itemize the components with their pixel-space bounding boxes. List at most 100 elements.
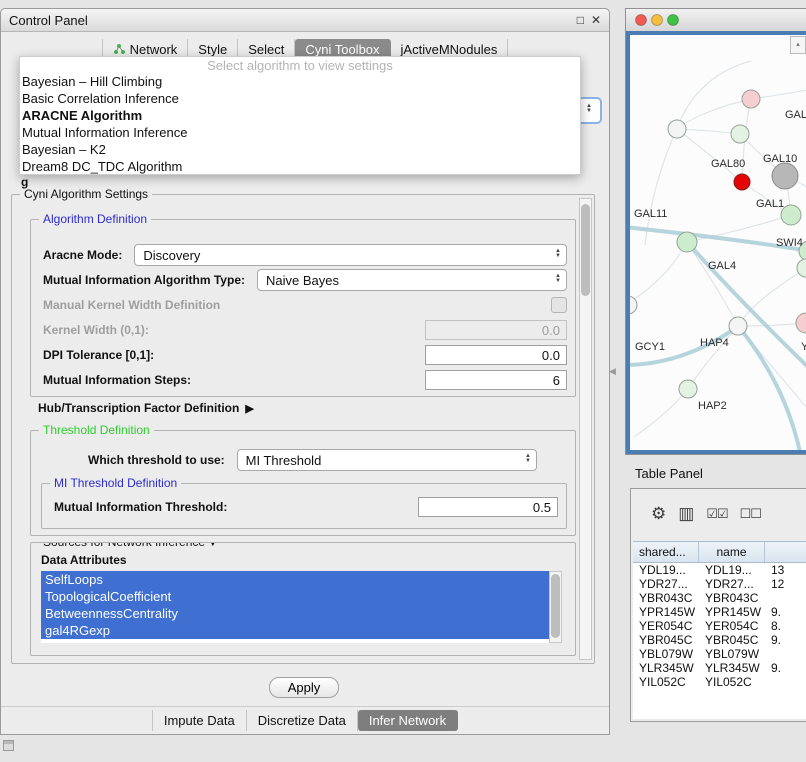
dock-grip-icon[interactable] bbox=[3, 740, 14, 751]
control-panel-window: Control Panel □ ✕ Network Style Select bbox=[0, 8, 610, 735]
table-row[interactable]: YDL19... YDL19... 13 bbox=[633, 563, 806, 577]
network-node[interactable] bbox=[630, 296, 637, 314]
network-node[interactable] bbox=[772, 163, 798, 189]
algorithm-definition-title: Algorithm Definition bbox=[39, 212, 151, 226]
table-panel-title: Table Panel bbox=[635, 466, 703, 481]
sources-group-title[interactable]: Sources for Network Inference ▼ bbox=[39, 542, 221, 549]
table-row[interactable]: YLR345W YLR345W 9. bbox=[633, 661, 806, 675]
mi-threshold-field[interactable]: 0.5 bbox=[418, 497, 558, 517]
dropdown-item[interactable]: Dream8 DC_TDC Algorithm bbox=[20, 158, 580, 175]
network-canvas[interactable]: ▲ bbox=[626, 31, 806, 454]
aracne-mode-value: Discovery bbox=[143, 248, 200, 263]
dropdown-item[interactable]: Mutual Information Inference bbox=[20, 124, 580, 141]
attributes-scrollbar-thumb[interactable] bbox=[551, 574, 560, 638]
attributes-scrollbar[interactable] bbox=[549, 571, 562, 643]
data-attributes-label: Data Attributes bbox=[41, 553, 127, 567]
minimize-traffic-light[interactable] bbox=[652, 15, 663, 26]
dropdown-item[interactable]: Basic Correlation Inference bbox=[20, 90, 580, 107]
network-node[interactable] bbox=[729, 317, 747, 335]
table-row[interactable]: YDR27... YDR27... 12 bbox=[633, 577, 806, 591]
column-header-shared[interactable]: shared... bbox=[633, 542, 699, 562]
column-header-cut[interactable] bbox=[765, 542, 806, 562]
node-label: GAL1 bbox=[756, 198, 784, 210]
combo-arrows-icon: ▲▼ bbox=[555, 249, 561, 259]
which-threshold-combobox[interactable]: MI Threshold ▲▼ bbox=[237, 449, 537, 471]
hub-definition-toggle[interactable]: Hub/Transcription Factor Definition ▶ bbox=[38, 401, 254, 415]
table-row[interactable]: YPR145W YPR145W 9. bbox=[633, 605, 806, 619]
mi-type-label: Mutual Information Algorithm Type: bbox=[43, 273, 245, 287]
settings-scrollbar[interactable] bbox=[579, 198, 592, 660]
mi-threshold-label: Mutual Information Threshold: bbox=[54, 500, 227, 514]
table-row[interactable]: YIL052C YIL052C bbox=[633, 675, 806, 689]
table-row[interactable]: YBL079W YBL079W bbox=[633, 647, 806, 661]
hub-definition-label: Hub/Transcription Factor Definition bbox=[38, 401, 239, 415]
which-threshold-value: MI Threshold bbox=[246, 453, 322, 468]
threshold-definition-group: Threshold Definition Which threshold to … bbox=[30, 430, 576, 536]
dropdown-item[interactable]: Bayesian – K2 bbox=[20, 141, 580, 158]
node-label: HAP2 bbox=[698, 400, 727, 412]
table-row[interactable]: YER054C YER054C 8. bbox=[633, 619, 806, 633]
table-row[interactable]: YBR043C YBR043C bbox=[633, 591, 806, 605]
settings-scrollbar-thumb[interactable] bbox=[581, 204, 590, 296]
attribute-item[interactable]: TopologicalCoefficient bbox=[41, 588, 549, 605]
mi-type-value: Naive Bayes bbox=[266, 273, 339, 288]
network-graph: GAL GAL80 GAL10 GAL11 GAL1 SWI4 GAL4 GCY… bbox=[630, 35, 806, 452]
float-window-icon[interactable]: □ bbox=[577, 13, 584, 27]
table-row[interactable]: YBR045C YBR045C 9. bbox=[633, 633, 806, 647]
settings-group-title: Cyni Algorithm Settings bbox=[20, 187, 152, 201]
column-header-name[interactable]: name bbox=[699, 542, 765, 562]
checked-boxes-icon[interactable]: ☑☑ bbox=[706, 505, 727, 522]
bottom-tab-bar: Impute Data Discretize Data Infer Networ… bbox=[1, 706, 609, 734]
collapse-right-icon: ▶ bbox=[245, 402, 253, 415]
unchecked-boxes-icon[interactable]: ☐☐ bbox=[740, 505, 761, 522]
splitter-collapse-icon[interactable]: ◀ bbox=[609, 366, 616, 377]
mi-threshold-group-title: MI Threshold Definition bbox=[50, 476, 181, 490]
network-node[interactable] bbox=[797, 259, 806, 277]
dpi-tolerance-field[interactable]: 0.0 bbox=[425, 345, 567, 365]
collapse-down-icon: ▼ bbox=[208, 542, 217, 548]
attribute-item[interactable]: gal4RGexp bbox=[41, 622, 549, 639]
tab-infer-network[interactable]: Infer Network bbox=[358, 710, 458, 731]
dropdown-item-selected[interactable]: ARACNE Algorithm bbox=[20, 107, 580, 124]
tab-select-label: Select bbox=[248, 42, 284, 57]
which-threshold-label: Which threshold to use: bbox=[88, 453, 225, 467]
node-label: GCY1 bbox=[635, 341, 665, 353]
network-node[interactable] bbox=[668, 120, 686, 138]
screen: Control Panel □ ✕ Network Style Select bbox=[0, 0, 806, 762]
dropdown-item[interactable]: Bayesian – Hill Climbing bbox=[20, 73, 580, 90]
network-view-window: ▲ bbox=[625, 8, 806, 455]
node-label: GAL bbox=[785, 109, 806, 121]
attribute-item[interactable]: SelfLoops bbox=[41, 571, 549, 588]
tab-cyni-toolbox-label: Cyni Toolbox bbox=[305, 42, 379, 57]
close-traffic-light[interactable] bbox=[636, 15, 647, 26]
network-scrollbar-stub[interactable]: ▲ bbox=[790, 36, 806, 54]
network-node[interactable] bbox=[679, 380, 697, 398]
table-panel: ⚙ ▥ ☑☑ ☐☐ shared... name YDL19... YDL19.… bbox=[630, 488, 806, 722]
aracne-mode-combobox[interactable]: Discovery ▲▼ bbox=[134, 244, 567, 266]
node-label: GAL11 bbox=[634, 208, 667, 220]
apply-button[interactable]: Apply bbox=[269, 677, 339, 698]
network-node[interactable] bbox=[731, 125, 749, 143]
cyni-algorithm-settings-group: Cyni Algorithm Settings Algorithm Defini… bbox=[11, 194, 595, 664]
columns-icon[interactable]: ▥ bbox=[678, 505, 694, 522]
tab-impute-data[interactable]: Impute Data bbox=[152, 710, 247, 731]
zoom-traffic-light[interactable] bbox=[668, 15, 679, 26]
network-node-selected[interactable] bbox=[734, 174, 750, 190]
network-node[interactable] bbox=[796, 313, 806, 333]
clipped-label-fragment: g bbox=[21, 175, 28, 189]
attribute-item[interactable]: BetweennessCentrality bbox=[41, 605, 549, 622]
kernel-width-label: Kernel Width (0,1): bbox=[43, 323, 149, 337]
close-window-icon[interactable]: ✕ bbox=[591, 13, 601, 27]
tab-discretize-data[interactable]: Discretize Data bbox=[247, 710, 358, 731]
network-node[interactable] bbox=[677, 232, 697, 252]
network-window-titlebar[interactable] bbox=[626, 9, 806, 32]
network-node[interactable] bbox=[742, 90, 760, 108]
mi-steps-field[interactable]: 6 bbox=[425, 370, 567, 390]
node-label: SWI4 bbox=[776, 237, 803, 249]
mi-type-combobox[interactable]: Naive Bayes ▲▼ bbox=[257, 269, 567, 291]
scroll-up-icon: ▲ bbox=[795, 42, 801, 48]
gear-icon[interactable]: ⚙ bbox=[651, 505, 666, 522]
control-panel-titlebar[interactable]: Control Panel □ ✕ bbox=[1, 9, 609, 32]
combo-arrows-icon: ▲▼ bbox=[586, 104, 592, 114]
node-label: HAP4 bbox=[700, 337, 729, 349]
